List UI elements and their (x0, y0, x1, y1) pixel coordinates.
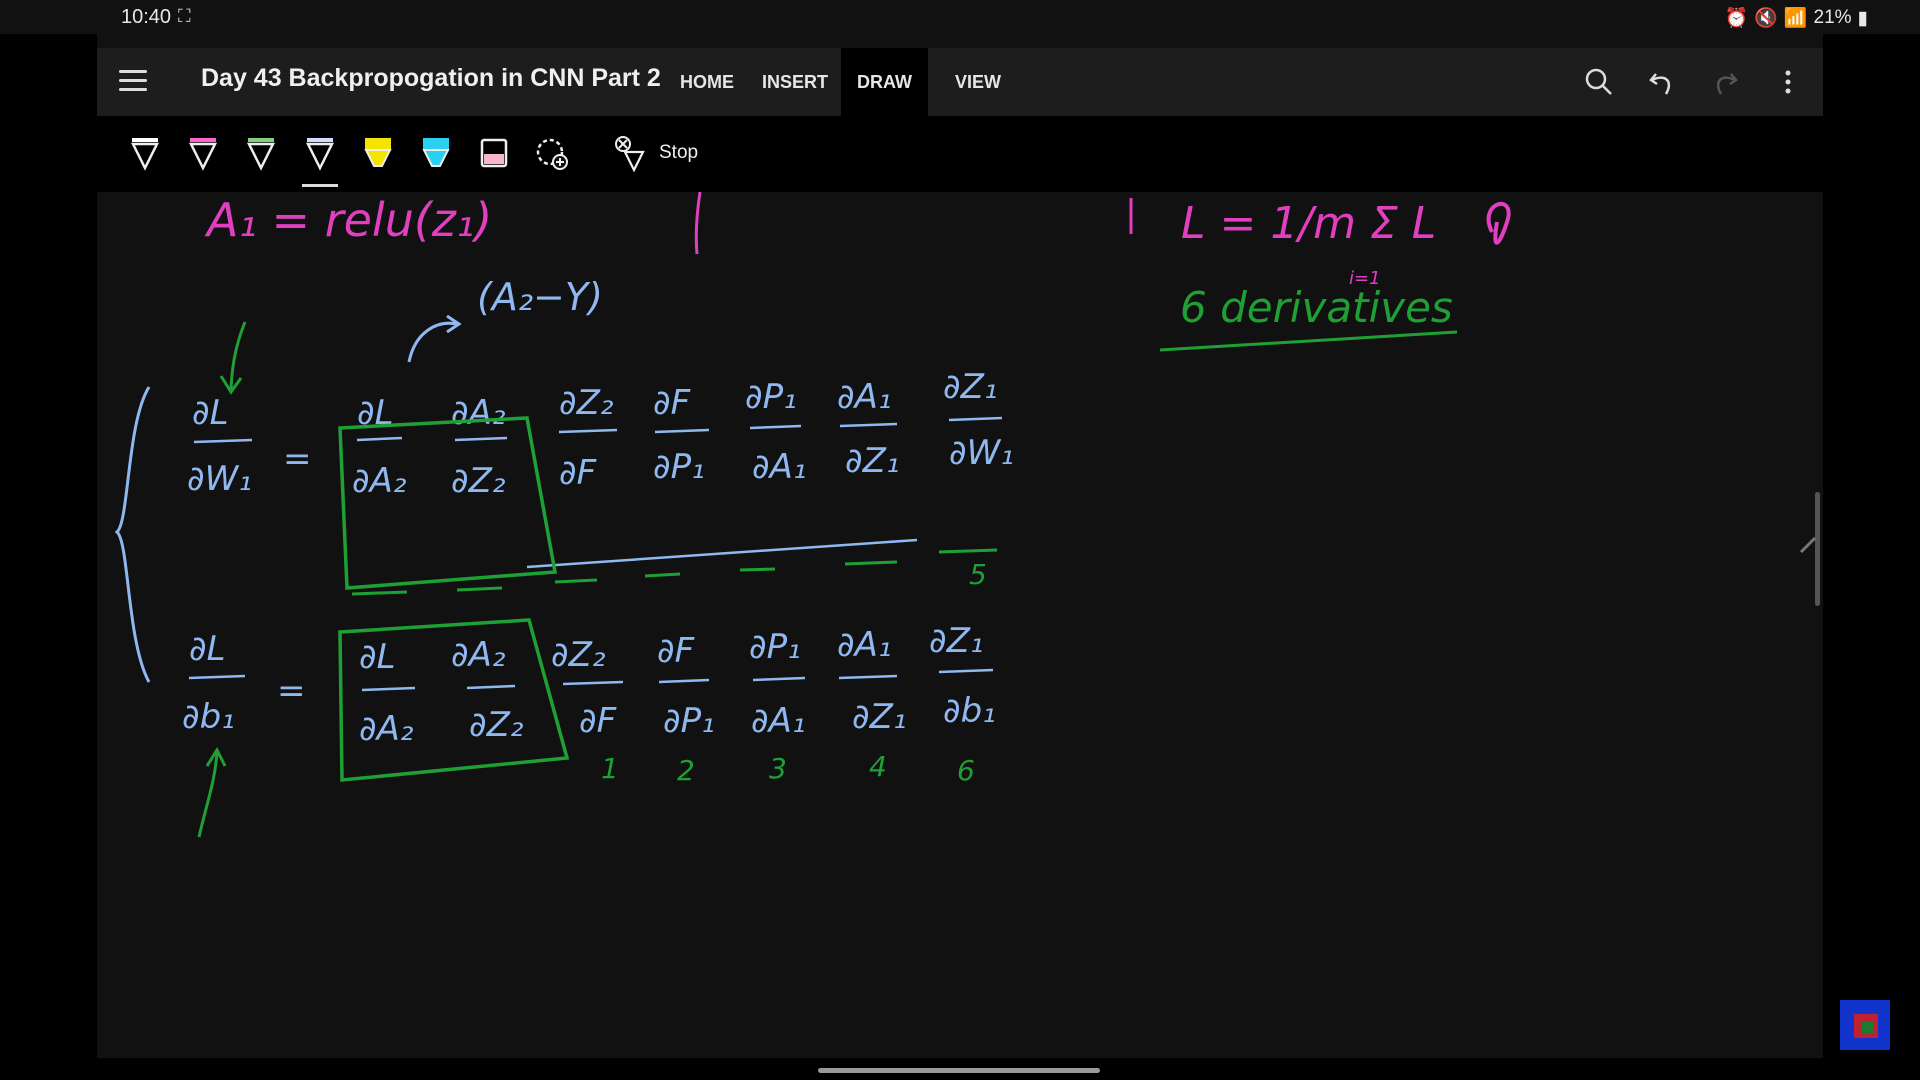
notebook-app: Day 43 Backpropogation in CNN Part 2 HOM… (97, 34, 1823, 1058)
row1-term7-num: ∂Z₁ (943, 367, 998, 407)
pen-white-icon[interactable] (127, 132, 163, 172)
row1-term3-num: ∂Z₂ (559, 383, 614, 423)
row1-lhs-numerator: ∂L (192, 393, 229, 433)
add-pen-icon[interactable] (534, 132, 570, 172)
search-icon[interactable] (1581, 64, 1617, 100)
screenshot-icon: ⛶ (178, 6, 191, 26)
row1-term6-num: ∂A₁ (837, 377, 891, 417)
row1-term2-den: ∂Z₂ (451, 461, 506, 501)
row2-term7-num: ∂Z₁ (929, 621, 984, 661)
ink-relu-equation: A₁ = relu(z₁) (204, 193, 492, 247)
status-icons: ⏰ 🔇 📶 21% ▮ (1724, 6, 1868, 30)
row2-marker-2: 2 (677, 754, 695, 787)
row2-term5-num: ∂P₁ (749, 627, 801, 667)
ink-six-derivatives: 6 derivatives (1180, 283, 1453, 332)
home-gesture-bar[interactable] (818, 1068, 1100, 1073)
row2-term1-den: ∂A₂ (359, 709, 414, 749)
redo-icon[interactable] (1707, 64, 1743, 100)
row2-term1-num: ∂L (359, 637, 396, 677)
ink-loss-equation: L = 1/m Σ L (1181, 198, 1436, 249)
tab-insert[interactable]: INSERT (746, 48, 844, 116)
row2-marker-4: 4 (869, 750, 887, 783)
selected-pen-indicator (302, 184, 338, 187)
row1-term4-num: ∂F (653, 383, 691, 423)
pen-pink-icon[interactable] (185, 132, 221, 172)
pen-green-icon[interactable] (243, 132, 279, 172)
stop-label[interactable]: Stop (659, 142, 698, 164)
row1-term5-den: ∂A₁ (752, 447, 806, 487)
row2-marker-6: 6 (957, 754, 975, 787)
row1-term5-num: ∂P₁ (745, 377, 797, 417)
alarm-icon: ⏰ (1724, 8, 1749, 29)
battery-icon: ▮ (1857, 7, 1868, 29)
camera-thumbnail-icon (1840, 1000, 1890, 1050)
row1-term1-den: ∂A₂ (352, 461, 407, 501)
svg-text:=: = (277, 671, 306, 711)
row2-term3-num: ∂Z₂ (551, 635, 606, 675)
status-time: 10:40 (121, 6, 172, 28)
draw-toolbar: Stop (97, 116, 1823, 192)
wifi-icon: 📶 (1783, 8, 1808, 29)
row1-term7-den: ∂W₁ (949, 433, 1014, 473)
row2-term6-den: ∂Z₁ (852, 697, 907, 737)
ink-a2-minus-y: (A₂−Y) (477, 275, 603, 319)
pen-blue-icon[interactable] (302, 132, 338, 172)
row2-term2-den: ∂Z₂ (469, 705, 524, 745)
handwriting-layer: A₁ = relu(z₁) L = 1/m Σ L i=1 6 derivati… (114, 192, 1511, 838)
mute-icon: 🔇 (1754, 8, 1778, 29)
highlighter-yellow-icon[interactable] (360, 132, 396, 172)
svg-text:=: = (283, 439, 312, 479)
top-bar: Day 43 Backpropogation in CNN Part 2 HOM… (97, 48, 1823, 116)
row2-term5-den: ∂A₁ (751, 701, 805, 741)
highlighter-cyan-icon[interactable] (418, 132, 454, 172)
hamburger-menu-icon[interactable] (119, 70, 147, 94)
more-options-icon[interactable] (1770, 64, 1806, 100)
row2-term6-num: ∂A₁ (837, 625, 891, 665)
row2-marker-1: 1 (601, 752, 619, 785)
row2-lhs-numerator: ∂L (189, 629, 226, 669)
ink-canvas[interactable]: A₁ = relu(z₁) L = 1/m Σ L i=1 6 derivati… (97, 192, 1823, 1058)
row1-term3-den: ∂F (559, 453, 597, 493)
document-title: Day 43 Backpropogation in CNN Part 2 (201, 64, 661, 92)
row2-lhs-denominator: ∂b₁ (182, 697, 235, 737)
row1-marker: 5 (969, 558, 987, 591)
row2-term3-den: ∂F (579, 701, 617, 741)
undo-icon[interactable] (1644, 64, 1680, 100)
row2-term2-num: ∂A₂ (451, 635, 506, 675)
row1-term4-den: ∂P₁ (653, 447, 705, 487)
row2-term7-den: ∂b₁ (943, 691, 996, 731)
battery-text: 21% (1813, 7, 1852, 28)
row2-term4-num: ∂F (657, 631, 695, 671)
status-bar: 10:40 ⛶ ⏰ 🔇 📶 21% ▮ (0, 0, 1920, 34)
row1-term6-den: ∂Z₁ (845, 441, 900, 481)
row2-term4-den: ∂P₁ (663, 701, 715, 741)
row1-term2-num: ∂A₂ (451, 393, 506, 433)
row1-lhs-denominator: ∂W₁ (187, 459, 252, 499)
tab-home[interactable]: HOME (664, 48, 750, 116)
tab-view[interactable]: VIEW (939, 48, 1017, 116)
pencil-edge-icon[interactable] (1797, 532, 1821, 556)
eraser-icon[interactable] (476, 132, 512, 172)
stop-ink-icon[interactable] (611, 132, 647, 172)
row2-marker-3: 3 (769, 752, 787, 785)
tab-draw[interactable]: DRAW (841, 48, 928, 116)
